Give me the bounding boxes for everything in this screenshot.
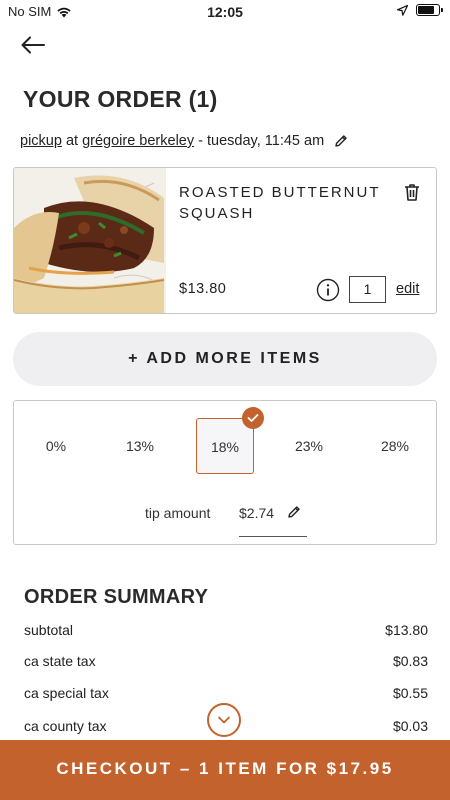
battery-icon bbox=[416, 4, 443, 16]
pickup-info: pickup at grégoire berkeley - tuesday, 1… bbox=[20, 133, 349, 149]
chevron-down-icon bbox=[218, 716, 230, 724]
summary-value: $0.83 bbox=[392, 653, 428, 669]
item-price: $13.80 bbox=[179, 281, 227, 297]
sandwich-photo bbox=[14, 168, 166, 313]
summary-label: ca state tax bbox=[24, 653, 96, 669]
tip-amount-value[interactable]: $2.74 bbox=[239, 505, 274, 521]
tip-option-13[interactable]: 13% bbox=[111, 418, 169, 474]
page-title: YOUR ORDER (1) bbox=[23, 86, 218, 112]
summary-value: $0.55 bbox=[392, 685, 428, 701]
quantity-field[interactable]: 1 bbox=[349, 276, 386, 303]
tip-amount-label: tip amount bbox=[145, 505, 211, 521]
tip-option-28[interactable]: 28% bbox=[366, 418, 424, 474]
summary-label: ca county tax bbox=[24, 718, 107, 734]
checkout-button[interactable]: CHECKOUT – 1 ITEM FOR $17.95 bbox=[0, 740, 450, 800]
summary-value: $0.03 bbox=[392, 718, 428, 734]
tip-amount-underline bbox=[239, 536, 307, 537]
pickup-time: - tuesday, 11:45 am bbox=[198, 133, 325, 149]
scroll-down-button[interactable] bbox=[207, 703, 241, 737]
location-arrow-icon bbox=[397, 4, 408, 16]
tip-selector: 0% 13% 18% 23% 28% tip amount $2.74 bbox=[13, 400, 437, 545]
status-time: 12:05 bbox=[207, 4, 243, 20]
arrow-left-icon bbox=[21, 36, 45, 54]
summary-value: $13.80 bbox=[385, 622, 428, 638]
trash-icon[interactable] bbox=[402, 182, 422, 207]
summary-row-subtotal: subtotal $13.80 bbox=[24, 622, 428, 638]
edit-item-link[interactable]: edit bbox=[396, 281, 419, 297]
pickup-location-link[interactable]: grégoire berkeley bbox=[82, 133, 194, 149]
pickup-mode-link[interactable]: pickup bbox=[20, 133, 62, 149]
add-more-items-button[interactable]: + ADD MORE ITEMS bbox=[13, 332, 437, 386]
summary-row-special-tax: ca special tax $0.55 bbox=[24, 685, 428, 701]
battery-fill bbox=[418, 6, 435, 14]
status-bar: No SIM 12:05 bbox=[0, 0, 450, 24]
order-summary-title: ORDER SUMMARY bbox=[24, 586, 209, 608]
tip-option-0[interactable]: 0% bbox=[27, 418, 85, 474]
summary-row-state-tax: ca state tax $0.83 bbox=[24, 653, 428, 669]
cart-item-card: ROASTED BUTTERNUT SQUASH $13.80 1 edit bbox=[13, 167, 437, 314]
info-icon[interactable] bbox=[316, 278, 340, 302]
item-name: ROASTED BUTTERNUT SQUASH bbox=[179, 184, 381, 222]
pickup-at-label: at bbox=[65, 133, 79, 149]
tip-option-23[interactable]: 23% bbox=[280, 418, 338, 474]
pencil-icon[interactable] bbox=[333, 133, 349, 149]
summary-label: subtotal bbox=[24, 622, 74, 638]
status-right bbox=[397, 4, 443, 16]
summary-label: ca special tax bbox=[24, 685, 109, 701]
pencil-icon[interactable] bbox=[286, 504, 302, 525]
back-button[interactable] bbox=[18, 32, 48, 58]
check-icon bbox=[242, 407, 264, 429]
